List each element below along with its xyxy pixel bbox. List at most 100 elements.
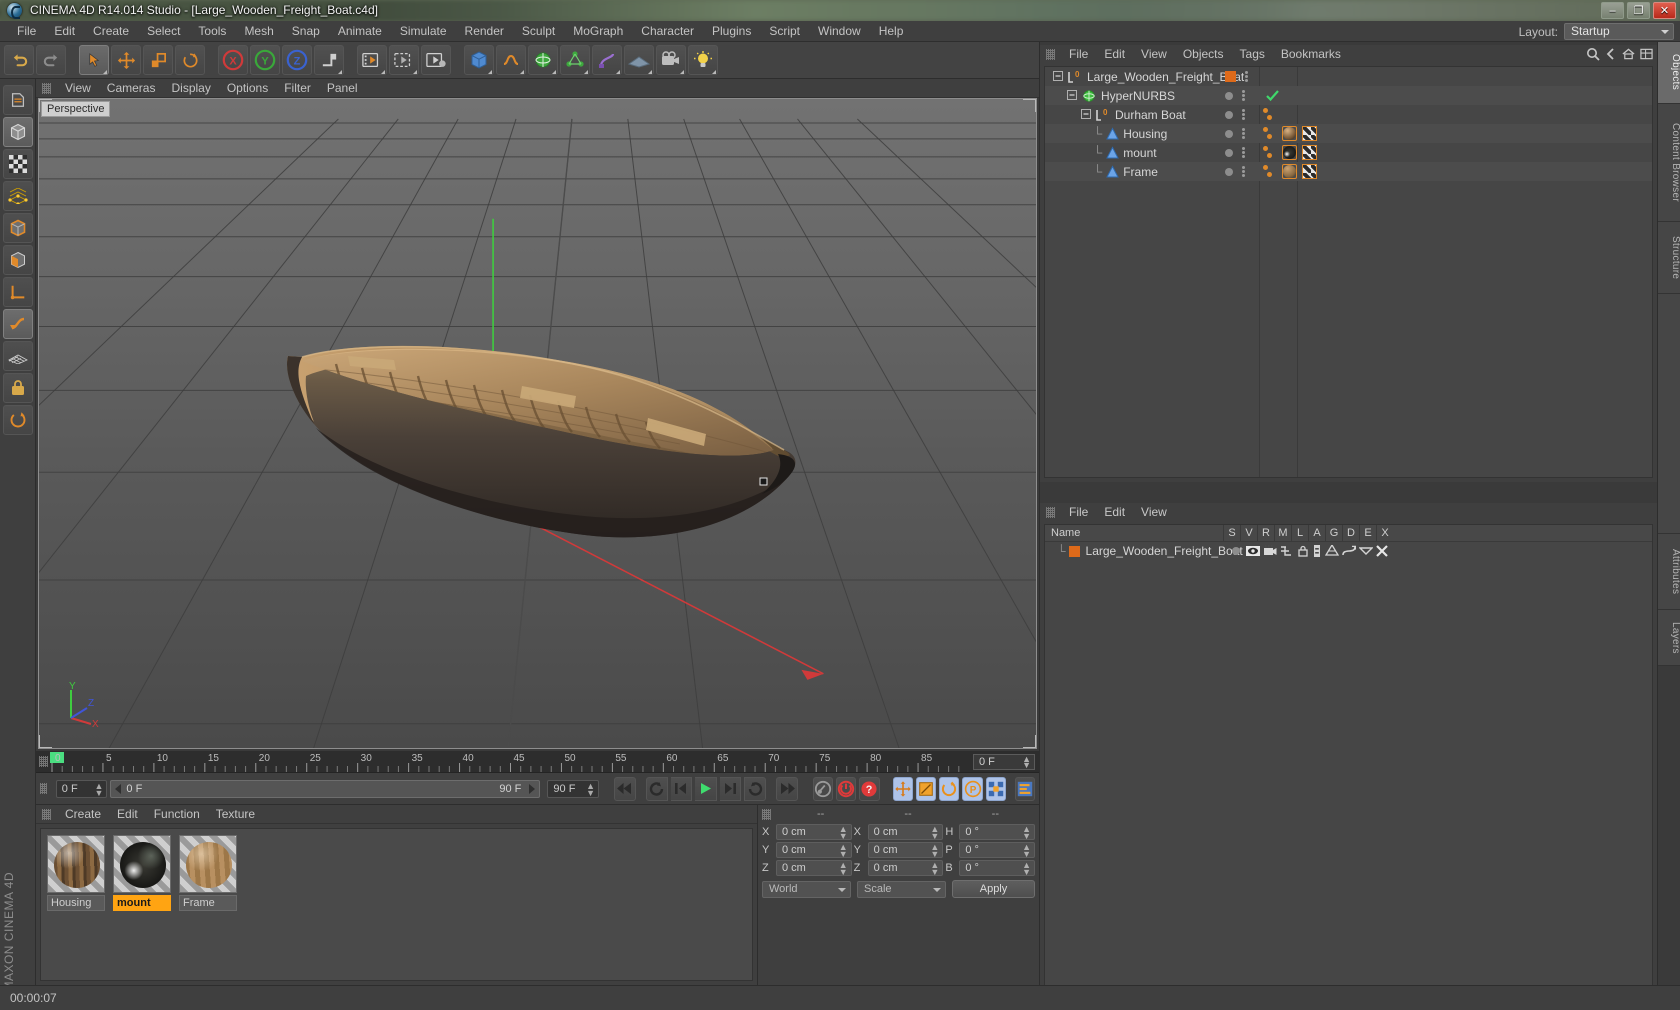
lock-y-axis-button[interactable]: Y [250,45,280,75]
layer-color-chip[interactable] [1068,545,1080,557]
vtab-content-browser[interactable]: Content Browser [1658,104,1680,222]
spinner-icon[interactable]: ▲ ▼ [1022,825,1031,841]
make-editable-button[interactable] [3,85,33,115]
material-item[interactable]: Frame [179,835,237,911]
material-tag-icon[interactable] [1282,126,1297,141]
menu-item-edit[interactable]: Edit [45,21,84,42]
object-visibility-dot[interactable] [1225,91,1233,100]
world-coordinate-button[interactable] [314,45,344,75]
tag-dots[interactable] [1263,165,1272,177]
layer-col-x[interactable]: X [1376,525,1393,541]
position-x-input[interactable]: 0 cm ▲ ▼ [776,824,852,841]
object-menu-file[interactable]: File [1061,45,1096,64]
rotation-b-input[interactable]: 0 ° ▲ ▼ [959,860,1036,877]
play-reverse-loop-button[interactable] [646,776,668,801]
material-name-frame[interactable]: Frame [179,895,237,911]
lock-x-axis-button[interactable]: X [218,45,248,75]
size-z-input[interactable]: 0 cm ▲ ▼ [867,860,944,877]
axis-mode-button[interactable] [3,277,33,307]
polygons-mode-button[interactable] [3,245,33,275]
material-swatch[interactable] [179,835,237,893]
tag-dots[interactable] [1263,108,1272,120]
rotation-p-input[interactable]: 0 ° ▲ ▼ [959,842,1036,859]
layer-row[interactable]: └ Large_Wooden_Freight_Boat [1045,542,1652,560]
layout-select[interactable]: Startup [1564,23,1674,40]
layer-col-s[interactable]: S [1223,525,1240,541]
material-menu-create[interactable]: Create [57,805,109,824]
keyframe-selection-button[interactable]: ? [859,776,880,801]
viewport-corner-tr[interactable] [1023,99,1036,112]
points-mode-button[interactable] [3,181,33,211]
uvw-tag-icon[interactable] [1302,145,1317,160]
viewport-corner-bl[interactable] [39,735,52,748]
material-name-housing[interactable]: Housing [47,895,105,911]
rotation-key-button[interactable] [939,776,960,801]
spinner-icon[interactable]: ▲ ▼ [930,825,939,841]
object-row-housing[interactable]: └ Housing [1045,124,1652,143]
coordinate-mode-select[interactable]: Scale [857,880,946,898]
minimize-button[interactable]: – [1601,2,1624,19]
menu-item-select[interactable]: Select [138,21,189,42]
layer-col-e[interactable]: E [1359,525,1376,541]
layer-col-a[interactable]: A [1308,525,1325,541]
vtab-layers[interactable]: Layers [1658,610,1680,666]
tag-dots[interactable] [1263,146,1272,158]
material-menu-texture[interactable]: Texture [208,805,263,824]
pla-key-button[interactable] [985,776,1006,801]
scale-key-button[interactable] [916,776,937,801]
object-layer-dots[interactable] [1242,147,1245,158]
transport-grip-icon[interactable] [40,783,47,794]
texture-mode-button[interactable] [3,149,33,179]
scale-button[interactable] [143,45,173,75]
boat-3d-model[interactable] [244,294,814,544]
home-icon[interactable] [1622,48,1635,60]
tag-dots[interactable] [1263,127,1272,139]
menu-item-snap[interactable]: Snap [283,21,329,42]
xref-icon[interactable] [1375,545,1388,557]
spinner-icon[interactable]: ▲ ▼ [930,861,939,877]
coordinate-grip-icon[interactable] [762,808,771,820]
hypernurbs-button[interactable] [528,45,558,75]
uvw-tag-icon[interactable] [1302,164,1317,179]
cube-primitive-button[interactable] [464,45,494,75]
preview-range-bar[interactable]: 0 F 90 F [110,779,541,798]
panel-grip-icon[interactable] [42,82,51,94]
timeline-ruler-panel[interactable]: 051015202530354045505560657075808590 0 F… [36,751,1039,773]
layer-menu-edit[interactable]: Edit [1096,503,1133,522]
menu-item-sculpt[interactable]: Sculpt [513,21,564,42]
layer-col-v[interactable]: V [1240,525,1257,541]
object-row-mount[interactable]: └ mount [1045,143,1652,162]
vtab-structure[interactable]: Structure [1658,222,1680,294]
viewport-menu-options[interactable]: Options [219,79,276,98]
expression-icon[interactable] [1358,546,1373,556]
object-layer-dots[interactable] [1242,90,1245,101]
expand-collapse-icon[interactable] [1081,109,1092,120]
spinner-icon[interactable]: ▲ ▼ [839,861,848,877]
material-tag-icon[interactable] [1282,164,1297,179]
layer-col-g[interactable]: G [1325,525,1342,541]
lock-z-axis-button[interactable]: Z [282,45,312,75]
viewport-menu-view[interactable]: View [57,79,99,98]
material-swatch[interactable] [113,835,171,893]
object-menu-objects[interactable]: Objects [1175,45,1232,64]
menu-item-tools[interactable]: Tools [189,21,235,42]
render-settings-button[interactable] [421,45,451,75]
live-selection-button[interactable] [79,45,109,75]
object-visibility-dot[interactable] [1225,167,1233,176]
object-menu-edit[interactable]: Edit [1096,45,1133,64]
layer-menu-view[interactable]: View [1133,503,1175,522]
layer-col-l[interactable]: L [1291,525,1308,541]
current-frame-input[interactable]: 0 F ▲ ▼ [55,779,108,798]
size-x-input[interactable]: 0 cm ▲ ▼ [867,824,944,841]
material-tag-icon[interactable] [1282,145,1297,160]
manager-icon[interactable] [1280,545,1294,557]
check-icon[interactable] [1266,89,1279,102]
spinner-icon[interactable]: ▲ ▼ [1022,755,1031,770]
rotation-h-input[interactable]: 0 ° ▲ ▼ [959,824,1036,841]
menu-item-simulate[interactable]: Simulate [391,21,456,42]
vtab-attributes[interactable]: Attributes [1658,534,1680,610]
eye-icon[interactable] [1245,545,1260,557]
menu-item-mograph[interactable]: MoGraph [564,21,632,42]
goto-end-button[interactable] [776,776,798,801]
position-y-input[interactable]: 0 cm ▲ ▼ [776,842,852,859]
